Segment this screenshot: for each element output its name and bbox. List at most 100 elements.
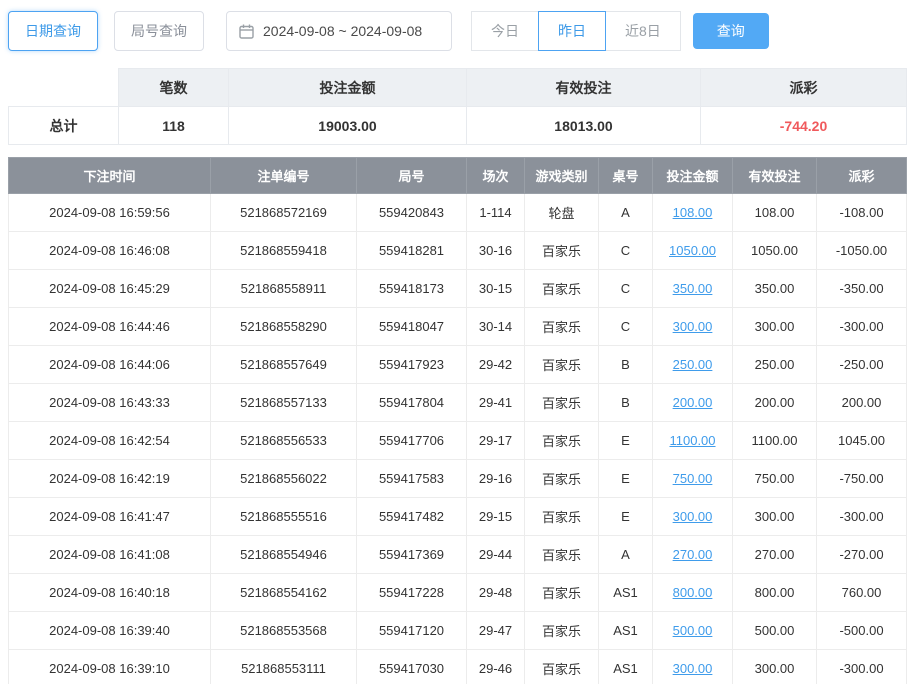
table-row: 2024-09-08 16:41:47 521868555516 5594174… bbox=[9, 498, 907, 536]
cell-session: 29-44 bbox=[467, 536, 525, 574]
cell-bet-time: 2024-09-08 16:42:54 bbox=[9, 422, 211, 460]
cell-valid-bet: 200.00 bbox=[733, 384, 817, 422]
cell-game-type: 百家乐 bbox=[525, 346, 599, 384]
bet-amount-link[interactable]: 250.00 bbox=[673, 357, 713, 372]
bet-amount-link[interactable]: 750.00 bbox=[673, 471, 713, 486]
last8days-button[interactable]: 近8日 bbox=[605, 11, 681, 51]
cell-bet-time: 2024-09-08 16:44:46 bbox=[9, 308, 211, 346]
cell-payout: -1050.00 bbox=[817, 232, 907, 270]
cell-payout: -300.00 bbox=[817, 498, 907, 536]
date-query-tab[interactable]: 日期查询 bbox=[8, 11, 98, 51]
cell-session: 30-16 bbox=[467, 232, 525, 270]
table-row: 2024-09-08 16:45:29 521868558911 5594181… bbox=[9, 270, 907, 308]
round-query-tab[interactable]: 局号查询 bbox=[114, 11, 204, 51]
bet-amount-link[interactable]: 200.00 bbox=[673, 395, 713, 410]
cell-bet-number: 521868555516 bbox=[211, 498, 357, 536]
cell-round-number: 559417923 bbox=[357, 346, 467, 384]
bet-amount-link[interactable]: 300.00 bbox=[673, 319, 713, 334]
cell-game-type: 百家乐 bbox=[525, 270, 599, 308]
summary-header-row: 笔数 投注金额 有效投注 派彩 bbox=[9, 69, 907, 107]
summary-header-blank bbox=[9, 69, 119, 107]
bet-amount-link[interactable]: 350.00 bbox=[673, 281, 713, 296]
summary-header-valid: 有效投注 bbox=[467, 69, 701, 107]
cell-session: 30-14 bbox=[467, 308, 525, 346]
cell-table-number: C bbox=[599, 232, 653, 270]
cell-bet-amount: 300.00 bbox=[653, 498, 733, 536]
yesterday-button[interactable]: 昨日 bbox=[538, 11, 606, 51]
bet-amount-link[interactable]: 108.00 bbox=[673, 205, 713, 220]
cell-payout: -300.00 bbox=[817, 308, 907, 346]
bet-amount-link[interactable]: 300.00 bbox=[673, 661, 713, 676]
cell-round-number: 559417030 bbox=[357, 650, 467, 684]
cell-game-type: 轮盘 bbox=[525, 194, 599, 232]
cell-bet-number: 521868558911 bbox=[211, 270, 357, 308]
bet-amount-link[interactable]: 800.00 bbox=[673, 585, 713, 600]
cell-bet-number: 521868554162 bbox=[211, 574, 357, 612]
cell-bet-amount: 750.00 bbox=[653, 460, 733, 498]
cell-valid-bet: 350.00 bbox=[733, 270, 817, 308]
cell-table-number: C bbox=[599, 270, 653, 308]
table-row: 2024-09-08 16:44:06 521868557649 5594179… bbox=[9, 346, 907, 384]
cell-bet-number: 521868557133 bbox=[211, 384, 357, 422]
cell-payout: -500.00 bbox=[817, 612, 907, 650]
table-row: 2024-09-08 16:41:08 521868554946 5594173… bbox=[9, 536, 907, 574]
bet-amount-link[interactable]: 1050.00 bbox=[669, 243, 716, 258]
cell-bet-time: 2024-09-08 16:42:19 bbox=[9, 460, 211, 498]
cell-session: 29-17 bbox=[467, 422, 525, 460]
search-button[interactable]: 查询 bbox=[693, 13, 769, 49]
cell-round-number: 559418173 bbox=[357, 270, 467, 308]
cell-valid-bet: 750.00 bbox=[733, 460, 817, 498]
cell-bet-time: 2024-09-08 16:59:56 bbox=[9, 194, 211, 232]
bet-amount-link[interactable]: 1100.00 bbox=[669, 433, 715, 448]
cell-bet-number: 521868556533 bbox=[211, 422, 357, 460]
table-row: 2024-09-08 16:42:54 521868556533 5594177… bbox=[9, 422, 907, 460]
cell-valid-bet: 250.00 bbox=[733, 346, 817, 384]
cell-payout: 1045.00 bbox=[817, 422, 907, 460]
summary-header-count: 笔数 bbox=[119, 69, 229, 107]
cell-bet-number: 521868553568 bbox=[211, 612, 357, 650]
summary-header-payout: 派彩 bbox=[701, 69, 907, 107]
header-game-type: 游戏类别 bbox=[525, 158, 599, 194]
header-table-number: 桌号 bbox=[599, 158, 653, 194]
calendar-icon bbox=[239, 24, 254, 39]
cell-table-number: E bbox=[599, 422, 653, 460]
table-row: 2024-09-08 16:42:19 521868556022 5594175… bbox=[9, 460, 907, 498]
bet-amount-link[interactable]: 270.00 bbox=[673, 547, 713, 562]
records-header-row: 下注时间 注单编号 局号 场次 游戏类别 桌号 投注金额 有效投注 派彩 bbox=[9, 158, 907, 194]
cell-valid-bet: 270.00 bbox=[733, 536, 817, 574]
cell-table-number: AS1 bbox=[599, 650, 653, 684]
cell-bet-amount: 1050.00 bbox=[653, 232, 733, 270]
toolbar: 日期查询 局号查询 2024-09-08 ~ 2024-09-08 今日 昨日 … bbox=[8, 8, 906, 54]
cell-bet-amount: 1100.00 bbox=[653, 422, 733, 460]
table-row: 2024-09-08 16:59:56 521868572169 5594208… bbox=[9, 194, 907, 232]
cell-game-type: 百家乐 bbox=[525, 536, 599, 574]
header-bet-time: 下注时间 bbox=[9, 158, 211, 194]
cell-session: 30-15 bbox=[467, 270, 525, 308]
cell-game-type: 百家乐 bbox=[525, 612, 599, 650]
summary-table: 笔数 投注金额 有效投注 派彩 总计 118 19003.00 18013.00… bbox=[8, 68, 907, 145]
cell-game-type: 百家乐 bbox=[525, 232, 599, 270]
betting-records-page: 日期查询 局号查询 2024-09-08 ~ 2024-09-08 今日 昨日 … bbox=[0, 0, 914, 684]
cell-game-type: 百家乐 bbox=[525, 422, 599, 460]
cell-valid-bet: 300.00 bbox=[733, 498, 817, 536]
cell-table-number: E bbox=[599, 498, 653, 536]
header-round-number: 局号 bbox=[357, 158, 467, 194]
summary-header-bet: 投注金额 bbox=[229, 69, 467, 107]
cell-bet-time: 2024-09-08 16:45:29 bbox=[9, 270, 211, 308]
cell-bet-amount: 300.00 bbox=[653, 308, 733, 346]
bet-amount-link[interactable]: 300.00 bbox=[673, 509, 713, 524]
cell-round-number: 559417120 bbox=[357, 612, 467, 650]
cell-bet-number: 521868553111 bbox=[211, 650, 357, 684]
cell-session: 29-47 bbox=[467, 612, 525, 650]
cell-bet-amount: 270.00 bbox=[653, 536, 733, 574]
cell-valid-bet: 108.00 bbox=[733, 194, 817, 232]
cell-bet-amount: 108.00 bbox=[653, 194, 733, 232]
cell-game-type: 百家乐 bbox=[525, 498, 599, 536]
records-table: 下注时间 注单编号 局号 场次 游戏类别 桌号 投注金额 有效投注 派彩 202… bbox=[8, 157, 907, 684]
date-range-picker[interactable]: 2024-09-08 ~ 2024-09-08 bbox=[226, 11, 452, 51]
summary-total-count: 118 bbox=[119, 107, 229, 145]
today-button[interactable]: 今日 bbox=[471, 11, 539, 51]
cell-table-number: E bbox=[599, 460, 653, 498]
cell-bet-time: 2024-09-08 16:41:47 bbox=[9, 498, 211, 536]
bet-amount-link[interactable]: 500.00 bbox=[673, 623, 713, 638]
